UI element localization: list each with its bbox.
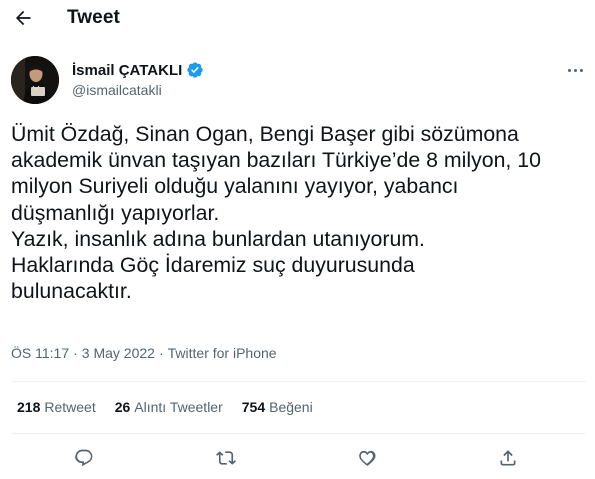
verified-badge-icon [187,62,203,78]
tweet-meta: ÖS 11:17 · 3 May 2022 · Twitter for iPho… [11,345,277,361]
meta-separator: · [73,345,78,361]
stat-count: 754 [241,399,266,415]
share-icon [500,450,516,466]
tweet-stats: 218 Retweet 26 Alıntı Tweetler 754 Beğen… [17,399,313,415]
tweet-actions [0,444,595,472]
page-title: Tweet [67,7,120,28]
tweet-line: bulunacaktır. [11,279,132,304]
author-block: İsmail ÇATAKLI @ismailcatakli [11,56,586,106]
tweet-time[interactable]: ÖS 11:17 [11,345,69,361]
heart-icon [359,450,376,466]
stat-label: Alıntı Tweetler [134,399,223,415]
retweet-count[interactable]: 218 Retweet [17,399,96,415]
meta-separator: · [158,345,164,361]
tweet-date[interactable]: 3 May 2022 [82,345,155,361]
tweet-text: Ümit Özdağ, Sinan Ogan, Bengi Başer gibi… [11,121,591,304]
stat-label: Retweet [44,399,96,415]
stat-count: 26 [114,399,131,415]
avatar-image [11,56,59,104]
tweet-line: Yazık, insanlık adına bunlardan utanıyor… [11,226,425,251]
tweet-line: düşmanlığı yapıyorlar. [11,200,220,225]
tweet-line: Haklarında Göç İdaremiz suç duyurusunda [11,253,415,278]
stat-count: 218 [17,399,41,415]
stat-label: Beğeni [269,399,313,415]
avatar[interactable] [11,56,59,104]
arrow-left-icon [16,10,31,26]
tweet-source[interactable]: Twitter for iPhone [168,345,277,361]
like-button[interactable] [353,444,381,472]
author-name-row[interactable]: İsmail ÇATAKLI [72,61,204,79]
reply-icon [75,449,93,467]
reply-button[interactable] [70,444,98,472]
author-display-name: İsmail ÇATAKLI [72,61,183,79]
share-button[interactable] [494,444,522,472]
quote-tweet-count[interactable]: 26 Alıntı Tweetler [115,399,223,415]
top-bar: Tweet [0,0,595,38]
tweet-line: akademik ünvan taşıyan bazıları Türkiye’… [11,148,541,173]
back-button[interactable] [10,5,36,31]
like-count[interactable]: 754 Beğeni [242,399,313,415]
divider [11,433,586,434]
divider [11,381,586,382]
retweet-icon [216,451,236,465]
author-handle[interactable]: @ismailcatakli [72,82,162,98]
more-options-icon[interactable] [564,61,586,79]
tweet-line: Ümit Özdağ, Sinan Ogan, Bengi Başer gibi… [11,122,519,146]
tweet-line: milyon Suriyeli olduğu yalanını yayıyor,… [11,174,459,199]
retweet-button[interactable] [212,444,240,472]
